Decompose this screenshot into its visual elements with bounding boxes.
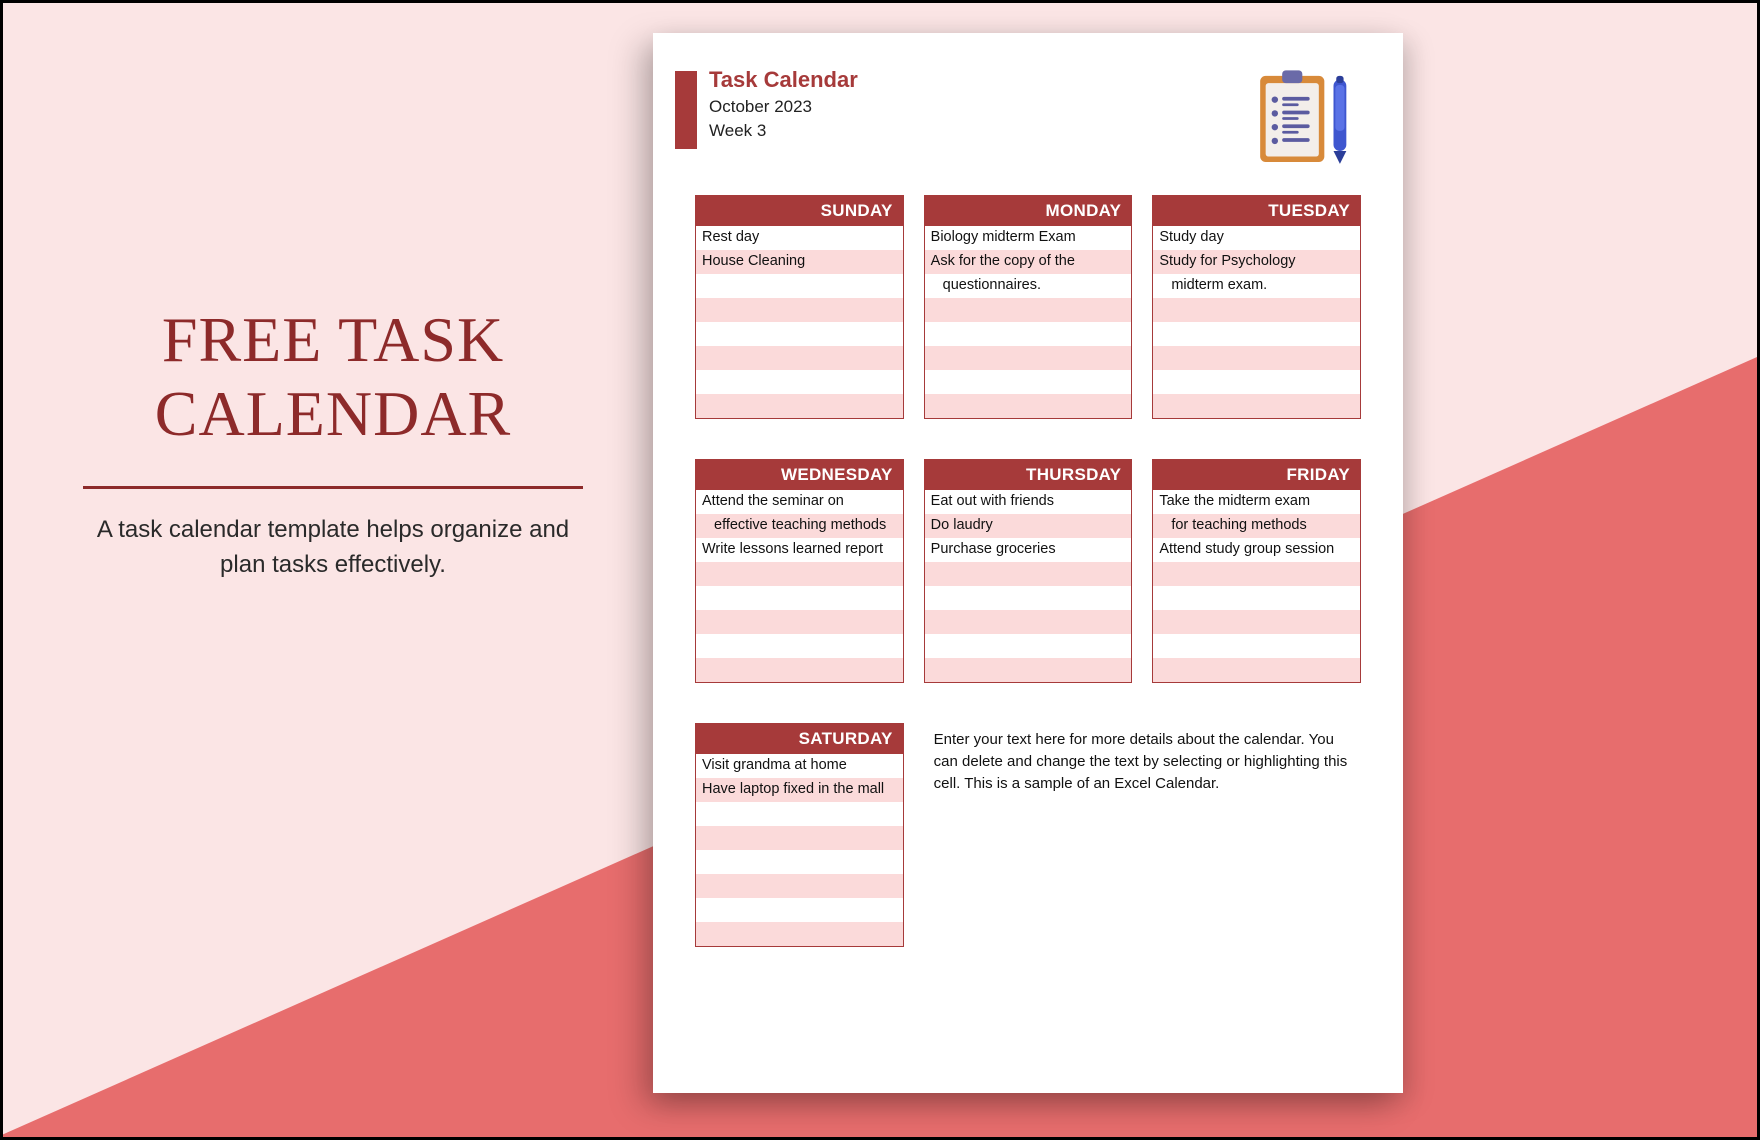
task-row[interactable] bbox=[925, 322, 1132, 346]
task-row[interactable]: Purchase groceries bbox=[925, 538, 1132, 562]
day-rows: Rest dayHouse Cleaning bbox=[696, 226, 903, 418]
task-row[interactable] bbox=[696, 562, 903, 586]
task-row[interactable] bbox=[696, 610, 903, 634]
task-row[interactable] bbox=[1153, 370, 1360, 394]
instructions-text[interactable]: Enter your text here for more details ab… bbox=[924, 723, 1361, 947]
task-row[interactable] bbox=[1153, 610, 1360, 634]
day-header: FRIDAY bbox=[1153, 460, 1360, 490]
calendar-page: Task Calendar October 2023 Week 3 bbox=[653, 33, 1403, 1093]
day-rows: Take the midterm examfor teaching method… bbox=[1153, 490, 1360, 682]
task-row[interactable]: for teaching methods bbox=[1153, 514, 1360, 538]
task-row[interactable] bbox=[696, 634, 903, 658]
day-rows: Biology midterm ExamAsk for the copy of … bbox=[925, 226, 1132, 418]
day-card-sunday: SUNDAYRest dayHouse Cleaning bbox=[695, 195, 904, 419]
task-row[interactable]: Ask for the copy of the bbox=[925, 250, 1132, 274]
days-grid: SUNDAYRest dayHouse CleaningMONDAYBiolog… bbox=[695, 195, 1361, 947]
day-card-monday: MONDAYBiology midterm ExamAsk for the co… bbox=[924, 195, 1133, 419]
task-row[interactable] bbox=[696, 658, 903, 682]
task-row[interactable]: midterm exam. bbox=[1153, 274, 1360, 298]
task-row[interactable] bbox=[925, 658, 1132, 682]
task-row[interactable] bbox=[696, 274, 903, 298]
task-row[interactable] bbox=[925, 370, 1132, 394]
day-card-friday: FRIDAYTake the midterm examfor teaching … bbox=[1152, 459, 1361, 683]
task-row[interactable] bbox=[696, 322, 903, 346]
day-card-tuesday: TUESDAYStudy dayStudy for Psychologymidt… bbox=[1152, 195, 1361, 419]
task-row[interactable] bbox=[1153, 634, 1360, 658]
task-row[interactable]: House Cleaning bbox=[696, 250, 903, 274]
day-header: THURSDAY bbox=[925, 460, 1132, 490]
task-row[interactable] bbox=[696, 874, 903, 898]
task-row[interactable] bbox=[1153, 586, 1360, 610]
day-header: MONDAY bbox=[925, 196, 1132, 226]
task-row[interactable] bbox=[696, 394, 903, 418]
promo-title-line2: CALENDAR bbox=[155, 378, 511, 449]
day-rows: Eat out with friendsDo laudryPurchase gr… bbox=[925, 490, 1132, 682]
task-row[interactable]: Visit grandma at home bbox=[696, 754, 903, 778]
task-row[interactable] bbox=[696, 346, 903, 370]
task-row[interactable]: Study day bbox=[1153, 226, 1360, 250]
day-card-thursday: THURSDAYEat out with friendsDo laudryPur… bbox=[924, 459, 1133, 683]
task-row[interactable]: Rest day bbox=[696, 226, 903, 250]
day-header: WEDNESDAY bbox=[696, 460, 903, 490]
day-card-saturday: SATURDAYVisit grandma at homeHave laptop… bbox=[695, 723, 904, 947]
task-row[interactable] bbox=[925, 298, 1132, 322]
day-card-wednesday: WEDNESDAYAttend the seminar oneffective … bbox=[695, 459, 904, 683]
task-row[interactable] bbox=[696, 922, 903, 946]
task-row[interactable] bbox=[1153, 322, 1360, 346]
promo-title: FREE TASK CALENDAR bbox=[83, 303, 583, 450]
task-row[interactable]: Do laudry bbox=[925, 514, 1132, 538]
task-row[interactable]: Eat out with friends bbox=[925, 490, 1132, 514]
task-row[interactable] bbox=[696, 826, 903, 850]
task-row[interactable] bbox=[1153, 562, 1360, 586]
task-row[interactable]: questionnaires. bbox=[925, 274, 1132, 298]
task-row[interactable] bbox=[1153, 346, 1360, 370]
task-row[interactable] bbox=[696, 370, 903, 394]
task-row[interactable]: Attend study group session bbox=[1153, 538, 1360, 562]
promo-title-line1: FREE TASK bbox=[162, 304, 504, 375]
header-accent-bar bbox=[675, 71, 697, 149]
task-row[interactable]: Biology midterm Exam bbox=[925, 226, 1132, 250]
promo-description: A task calendar template helps organize … bbox=[83, 513, 583, 583]
template-preview-frame: FREE TASK CALENDAR A task calendar templ… bbox=[0, 0, 1760, 1140]
task-row[interactable] bbox=[925, 586, 1132, 610]
task-row[interactable] bbox=[1153, 298, 1360, 322]
task-row[interactable]: Take the midterm exam bbox=[1153, 490, 1360, 514]
day-header: SUNDAY bbox=[696, 196, 903, 226]
task-row[interactable] bbox=[696, 586, 903, 610]
clipboard-with-pen-icon bbox=[1251, 63, 1361, 173]
task-row[interactable] bbox=[925, 346, 1132, 370]
task-row[interactable] bbox=[696, 802, 903, 826]
divider bbox=[83, 486, 583, 489]
task-row[interactable] bbox=[1153, 394, 1360, 418]
promo-text-block: FREE TASK CALENDAR A task calendar templ… bbox=[83, 303, 583, 583]
task-row[interactable]: Have laptop fixed in the mall bbox=[696, 778, 903, 802]
day-rows: Attend the seminar oneffective teaching … bbox=[696, 490, 903, 682]
day-rows: Visit grandma at homeHave laptop fixed i… bbox=[696, 754, 903, 946]
day-header: TUESDAY bbox=[1153, 196, 1360, 226]
task-row[interactable] bbox=[925, 562, 1132, 586]
task-row[interactable] bbox=[696, 298, 903, 322]
task-row[interactable] bbox=[925, 610, 1132, 634]
task-row[interactable] bbox=[925, 634, 1132, 658]
day-header: SATURDAY bbox=[696, 724, 903, 754]
task-row[interactable]: Write lessons learned report bbox=[696, 538, 903, 562]
task-row[interactable] bbox=[1153, 658, 1360, 682]
task-row[interactable] bbox=[925, 394, 1132, 418]
task-row[interactable]: effective teaching methods bbox=[696, 514, 903, 538]
task-row[interactable]: Study for Psychology bbox=[1153, 250, 1360, 274]
task-row[interactable] bbox=[696, 898, 903, 922]
task-row[interactable]: Attend the seminar on bbox=[696, 490, 903, 514]
task-row[interactable] bbox=[696, 850, 903, 874]
day-rows: Study dayStudy for Psychologymidterm exa… bbox=[1153, 226, 1360, 418]
